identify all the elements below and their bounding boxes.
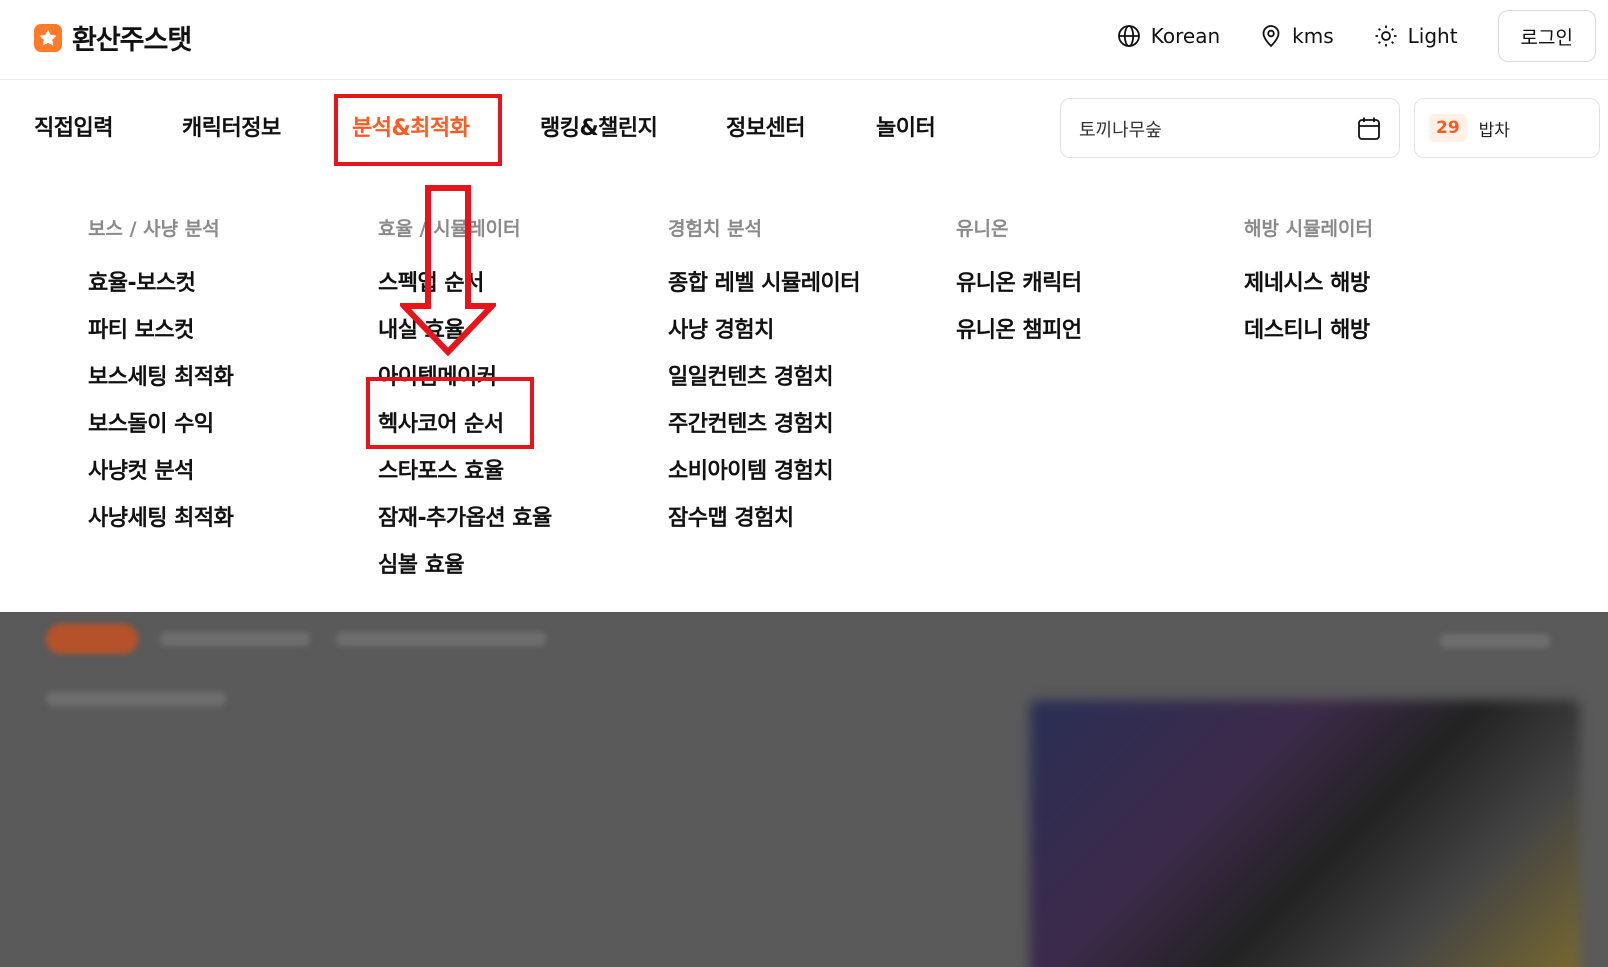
- meal-count-box[interactable]: 29 밥차: [1414, 98, 1600, 158]
- menu-item[interactable]: 잠수맵 경험치: [668, 495, 860, 542]
- menu-item[interactable]: 소비아이템 경험치: [668, 448, 860, 495]
- blurred-text: [336, 632, 546, 646]
- menu-item[interactable]: 심볼 효율: [378, 542, 552, 589]
- menu-item[interactable]: 아이템메이커: [378, 354, 552, 401]
- region-selector[interactable]: kms: [1260, 24, 1334, 48]
- character-search-box[interactable]: [1060, 98, 1400, 158]
- location-pin-icon: [1262, 25, 1280, 48]
- menu-item[interactable]: 종합 레벨 시뮬레이터: [668, 260, 860, 307]
- theme-toggle[interactable]: Light: [1374, 24, 1458, 48]
- logo[interactable]: 환산주스탯: [34, 18, 192, 57]
- language-label: Korean: [1150, 24, 1221, 48]
- menu-item[interactable]: 유니온 챔피언: [956, 307, 1082, 354]
- meal-count-label: 밥차: [1478, 120, 1510, 141]
- blurred-text: [46, 692, 226, 706]
- theme-label: Light: [1407, 24, 1458, 48]
- blurred-banner-image: [1030, 700, 1580, 967]
- nav-item-character-info[interactable]: 캐릭터정보: [182, 110, 281, 142]
- menu-item[interactable]: 주간컨텐츠 경험치: [668, 401, 860, 448]
- menu-item-hexa-core-order[interactable]: 헥사코어 순서: [378, 401, 552, 448]
- nav-item-analysis-optimization[interactable]: 분석&최적화: [352, 110, 470, 142]
- menu-column-union: 유니온 유니온 캐릭터 유니온 챔피언: [956, 214, 1082, 354]
- menu-item[interactable]: 스타포스 효율: [378, 448, 552, 495]
- menu-column-heading: 경험치 분석: [668, 218, 763, 240]
- nav-item-direct-input[interactable]: 직접입력: [34, 110, 113, 142]
- calendar-icon[interactable]: [1357, 116, 1381, 142]
- logo-text: 환산주스탯: [72, 25, 192, 56]
- menu-item[interactable]: 데스티니 해방: [1244, 307, 1373, 354]
- menu-item[interactable]: 사냥컷 분석: [88, 448, 233, 495]
- nav-item-info-center[interactable]: 정보센터: [726, 110, 805, 142]
- logo-star-icon: [34, 23, 62, 52]
- menu-column-liberation: 해방 시뮬레이터 제네시스 해방 데스티니 해방: [1244, 214, 1373, 354]
- character-search-input[interactable]: [1079, 115, 1339, 143]
- menu-column-heading: 유니온: [956, 218, 1009, 240]
- menu-item[interactable]: 보스돌이 수익: [88, 401, 233, 448]
- globe-icon: [1117, 25, 1140, 47]
- menu-item[interactable]: 효율-보스컷: [88, 260, 233, 307]
- menu-item[interactable]: 잠재-추가옵션 효율: [378, 495, 552, 542]
- blurred-text: [160, 632, 310, 646]
- menu-column-exp-analysis: 경험치 분석 종합 레벨 시뮬레이터 사냥 경험치 일일컨텐츠 경험치 주간컨텐…: [668, 214, 860, 542]
- meal-count-badge: 29: [1429, 114, 1467, 142]
- menu-column-boss-hunt: 보스 / 사냥 분석 효율-보스컷 파티 보스컷 보스세팅 최적화 보스돌이 수…: [88, 214, 234, 542]
- nav-item-ranking-challenge[interactable]: 랭킹&챌린지: [540, 110, 658, 142]
- menu-item[interactable]: 사냥 경험치: [668, 307, 860, 354]
- sun-icon: [1375, 25, 1397, 47]
- blurred-badge: [46, 624, 138, 654]
- language-selector[interactable]: Korean: [1117, 24, 1220, 48]
- login-button[interactable]: 로그인: [1497, 10, 1596, 62]
- down-arrow-icon: [400, 185, 496, 356]
- region-label: kms: [1292, 24, 1334, 48]
- top-actions: Korean kms Light 로그인: [1117, 10, 1596, 62]
- main-nav: 직접입력 캐릭터정보 분석&최적화 랭킹&챌린지 정보센터 놀이터 29 밥차: [0, 80, 1608, 170]
- menu-column-heading: 해방 시뮬레이터: [1244, 218, 1373, 240]
- menu-item[interactable]: 일일컨텐츠 경험치: [668, 354, 860, 401]
- analysis-mega-menu: 보스 / 사냥 분석 효율-보스컷 파티 보스컷 보스세팅 최적화 보스돌이 수…: [0, 170, 1608, 612]
- menu-item[interactable]: 파티 보스컷: [88, 307, 233, 354]
- blurred-text: [1440, 634, 1550, 648]
- menu-item[interactable]: 사냥세팅 최적화: [88, 495, 234, 542]
- menu-column-heading: 보스 / 사냥 분석: [88, 218, 220, 240]
- menu-item[interactable]: 제네시스 해방: [1244, 260, 1373, 307]
- menu-item[interactable]: 유니온 캐릭터: [956, 260, 1082, 307]
- blurred-page-background: [0, 612, 1608, 967]
- menu-item[interactable]: 보스세팅 최적화: [88, 354, 234, 401]
- top-header: 환산주스탯 Korean kms Light 로그인: [0, 0, 1608, 80]
- nav-item-playground[interactable]: 놀이터: [876, 110, 936, 142]
